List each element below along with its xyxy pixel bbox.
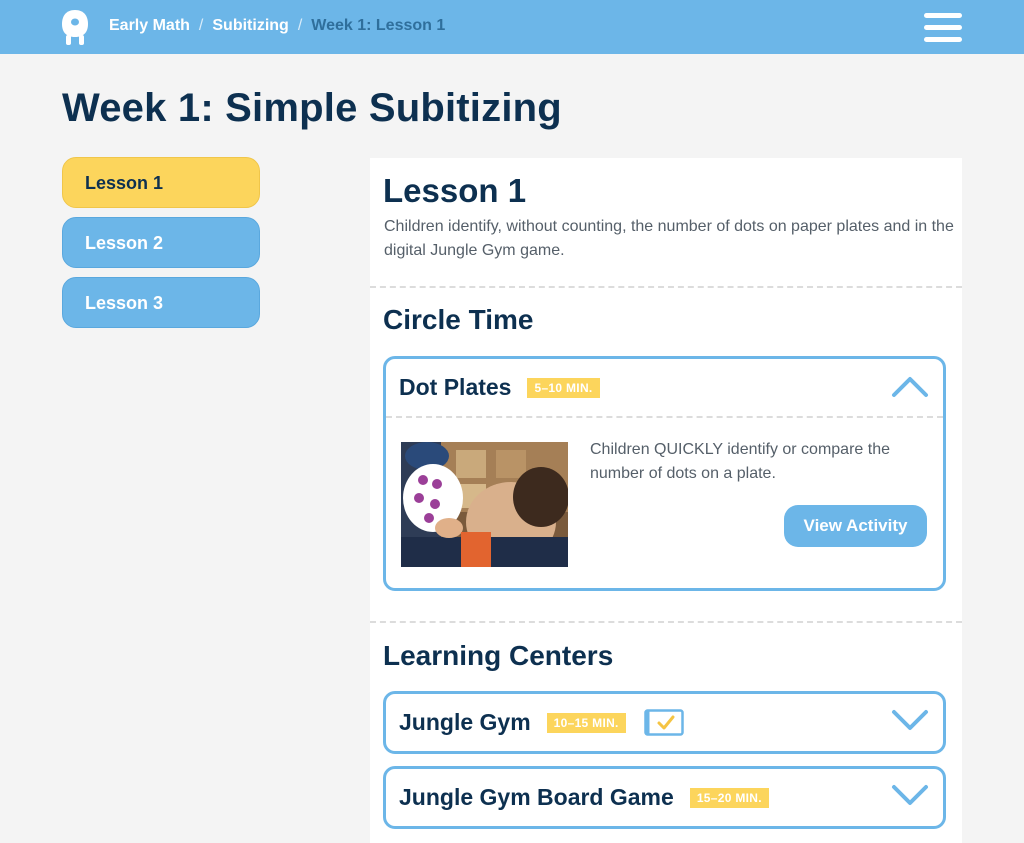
view-activity-button[interactable]: View Activity bbox=[784, 505, 927, 547]
breadcrumb-separator: / bbox=[297, 17, 303, 34]
activity-card-header[interactable]: Jungle Gym 10–15 MIN. bbox=[386, 694, 943, 751]
section-divider bbox=[370, 621, 962, 623]
duration-badge: 10–15 MIN. bbox=[546, 712, 626, 733]
section-divider bbox=[370, 286, 962, 288]
activity-photo bbox=[401, 442, 568, 567]
chevron-down-icon[interactable] bbox=[891, 708, 929, 734]
lesson-panel: Lesson 1 Children identify, without coun… bbox=[370, 158, 962, 843]
circle-time-heading: Circle Time bbox=[383, 304, 534, 335]
activity-title: Dot Plates bbox=[399, 374, 512, 400]
lesson-description: Children identify, without counting, the… bbox=[384, 218, 954, 259]
duration-badge: 15–20 MIN. bbox=[689, 787, 769, 808]
page-title: Week 1: Simple Subitizing bbox=[62, 86, 562, 130]
breadcrumb-current: Week 1: Lesson 1 bbox=[311, 17, 446, 34]
lesson-tab-3[interactable]: Lesson 3 bbox=[62, 277, 260, 328]
breadcrumb: Early Math / Subitizing / Week 1: Lesson… bbox=[109, 17, 445, 35]
lesson-nav: Lesson 1 Lesson 2 Lesson 3 bbox=[62, 157, 260, 337]
lesson-heading: Lesson 1 bbox=[383, 172, 527, 209]
top-nav-bar: Early Math / Subitizing / Week 1: Lesson… bbox=[0, 0, 1024, 54]
breadcrumb-link-early-math[interactable]: Early Math bbox=[109, 17, 190, 35]
activity-card-jungle-gym[interactable]: Jungle Gym 10–15 MIN. bbox=[383, 691, 946, 754]
duration-badge: 5–10 MIN. bbox=[527, 377, 600, 398]
chevron-up-icon[interactable] bbox=[891, 373, 929, 399]
breadcrumb-separator: / bbox=[198, 17, 204, 34]
activity-card-header[interactable]: Jungle Gym Board Game 15–20 MIN. bbox=[386, 769, 943, 826]
activity-card-dot-plates: Dot Plates 5–10 MIN. Children QUICKLY id… bbox=[383, 356, 946, 591]
hamburger-menu-icon[interactable] bbox=[922, 13, 964, 43]
tablet-check-icon bbox=[643, 709, 684, 736]
owl-mascot-logo-icon[interactable] bbox=[60, 9, 90, 47]
activity-card-jungle-gym-board-game[interactable]: Jungle Gym Board Game 15–20 MIN. bbox=[383, 766, 946, 829]
activity-description: Children QUICKLY identify or compare the… bbox=[590, 441, 890, 482]
activity-title: Jungle Gym Board Game bbox=[399, 784, 674, 810]
lesson-tab-2[interactable]: Lesson 2 bbox=[62, 217, 260, 268]
breadcrumb-link-subitizing[interactable]: Subitizing bbox=[212, 17, 288, 35]
activity-card-header[interactable]: Dot Plates 5–10 MIN. bbox=[386, 359, 943, 416]
learning-centers-heading: Learning Centers bbox=[383, 640, 614, 671]
chevron-down-icon[interactable] bbox=[891, 783, 929, 809]
lesson-tab-1[interactable]: Lesson 1 bbox=[62, 157, 260, 208]
activity-title: Jungle Gym bbox=[399, 709, 531, 735]
activity-card-body: Children QUICKLY identify or compare the… bbox=[386, 416, 943, 588]
